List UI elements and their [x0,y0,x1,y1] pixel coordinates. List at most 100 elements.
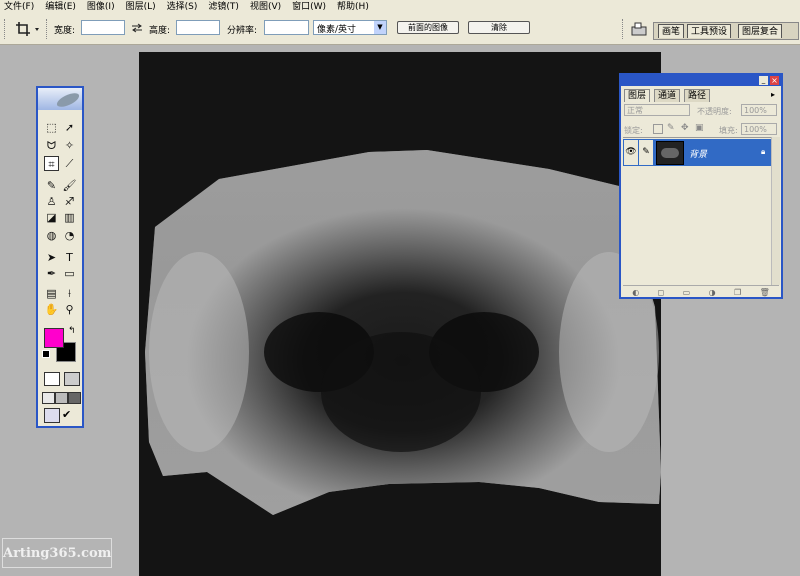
options-separator [622,19,625,39]
menu-select[interactable]: 选择(S) [162,0,204,14]
menu-file[interactable]: 文件(F) [0,0,40,14]
blend-mode-select[interactable]: 正常 [624,104,690,116]
chevron-down-icon: ▼ [374,21,386,34]
clone-stamp-icon[interactable]: ♙ [44,194,59,209]
document-canvas[interactable] [139,52,661,576]
layer-style-icon[interactable]: ◐ [632,288,639,297]
swap-colors-icon[interactable]: ↰ [68,326,76,336]
lock-label: 锁定: [624,126,643,135]
clear-button[interactable]: 清除 [468,21,530,34]
lasso-icon[interactable]: ᗢ [44,138,59,153]
resolution-label: 分辨率: [227,26,258,36]
layer-set-icon[interactable]: ▭ [683,288,691,297]
screen-mode-standard-icon[interactable] [42,392,55,404]
height-field[interactable] [176,20,220,35]
palette-tab-brushes[interactable]: 画笔 [658,24,685,38]
lock-move-icon[interactable]: ✥ [681,123,689,133]
marquee-icon[interactable]: ⬚ [44,120,59,135]
height-label: 高度: [149,26,171,36]
delete-layer-icon[interactable]: 🗑︎ [760,288,770,297]
options-grip[interactable] [4,19,7,39]
tab-channels[interactable]: 通道 [654,89,681,102]
shape-icon[interactable]: ▭ [62,266,77,281]
options-separator [46,19,49,39]
foreground-color-swatch[interactable] [44,328,64,348]
default-colors-icon[interactable] [42,350,50,358]
palette-tab-tool-presets[interactable]: 工具预设 [687,24,732,38]
standard-mode-icon[interactable] [44,372,60,386]
menu-bar: 文件(F) 编辑(E) 图像(I) 图层(L) 选择(S) 滤镜(T) 视图(V… [0,0,800,14]
swap-arrows-icon[interactable] [131,23,143,33]
brush-icon[interactable]: 🖌︎ [62,178,77,193]
lock-paint-icon[interactable]: ✎ [667,123,675,133]
close-icon[interactable]: × [770,76,779,85]
hand-icon[interactable]: ✋ [44,302,59,317]
dodge-icon[interactable]: ◔ [62,228,77,243]
path-selection-icon[interactable]: ➤ [44,250,59,265]
crop-icon[interactable]: ⌗ [44,156,59,171]
screen-mode-full-menu-icon[interactable] [55,392,68,404]
layers-panel-titlebar[interactable]: _ × [621,75,781,86]
file-browser-icon[interactable] [630,21,648,37]
crop-tool-preset[interactable] [14,20,42,38]
panel-menu-icon[interactable]: ▸ [771,89,780,100]
menu-window[interactable]: 窗口(W) [287,0,332,14]
opacity-label: 不透明度: [697,107,732,116]
menu-edit[interactable]: 编辑(E) [40,0,82,14]
layer-name: 背景 [689,150,708,160]
healing-brush-icon[interactable]: ✎ [44,178,59,193]
gradient-icon[interactable]: ▥ [62,210,77,225]
imageready-icon[interactable]: ✔ [62,408,76,421]
lock-all-icon[interactable]: ▣ [695,123,704,133]
slice-icon[interactable]: ⟋ [62,156,77,171]
move-icon[interactable]: ➚ [62,120,77,135]
notes-icon[interactable]: ▤ [44,286,59,301]
minimize-icon[interactable]: _ [759,76,768,85]
adjustment-layer-icon[interactable]: ◑ [709,288,716,297]
quick-mask-icon[interactable] [64,372,80,386]
menu-help[interactable]: 帮助(H) [332,0,375,14]
options-bar: 宽度: 高度: 分辨率: 像素/英寸 ▼ 前面的图像 清除 画笔 工具预设 图层… [0,14,800,45]
fill-field[interactable]: 100% [741,123,777,135]
jump-to-imageready-icon[interactable] [44,408,60,423]
type-icon[interactable]: T [62,250,77,265]
menu-view[interactable]: 视图(V) [245,0,287,14]
tab-paths[interactable]: 路径 [684,89,711,102]
screen-mode-full-icon[interactable] [68,392,81,404]
visibility-eye-icon[interactable]: 👁︎ [624,140,638,165]
palette-tab-layer-comps[interactable]: 图层复合 [738,24,783,38]
watermark-logo: Arting365.com [2,538,112,568]
unit-select-value: 像素/英寸 [317,25,357,35]
lock-transparency-icon[interactable] [653,124,663,134]
magic-wand-icon[interactable]: ✧ [62,138,77,153]
unit-select[interactable]: 像素/英寸 ▼ [313,20,387,35]
layers-footer: ◐ ◻ ▭ ◑ ❐ 🗑︎ [623,285,779,298]
eyedropper-icon[interactable]: ⟊ [62,286,77,301]
link-brush-icon[interactable]: ✎ [639,140,653,165]
zoom-icon[interactable]: ⚲ [62,302,77,317]
layers-scrollbar[interactable] [771,137,780,285]
resolution-field[interactable] [264,20,309,35]
feather-logo-icon [56,93,80,107]
toolbox-header[interactable] [38,88,82,110]
panel-divider [623,137,771,138]
menu-layer[interactable]: 图层(L) [121,0,162,14]
fill-value: 100% [744,125,767,134]
menu-filter[interactable]: 滤镜(T) [203,0,245,14]
width-field[interactable] [81,20,125,35]
layer-mask-icon[interactable]: ◻ [658,288,665,297]
blur-icon[interactable]: ◍ [44,228,59,243]
front-image-button[interactable]: 前面的图像 [397,21,459,34]
layers-panel: _ × 图层 通道 路径 ▸ 正常 不透明度: 100% 锁定: ✎ ✥ ▣ 填… [619,73,783,299]
blend-mode-value: 正常 [627,106,643,115]
tab-layers[interactable]: 图层 [624,89,651,102]
new-layer-icon[interactable]: ❐ [734,288,741,297]
layer-row-background[interactable]: 👁︎ ✎ 背景 🔒︎ [623,139,771,166]
toolbox: ⬚ ➚ ᗢ ✧ ⌗ ⟋ ✎ 🖌︎ ♙ ♐ ◪ ▥ ◍ ◔ ➤ T ✒ ▭ ▤ ⟊… [36,86,84,428]
history-brush-icon[interactable]: ♐ [62,194,77,209]
eraser-icon[interactable]: ◪ [44,210,59,225]
opacity-field[interactable]: 100% [741,104,777,116]
pen-icon[interactable]: ✒ [44,266,59,281]
menu-image[interactable]: 图像(I) [82,0,121,14]
opacity-value: 100% [744,106,767,115]
